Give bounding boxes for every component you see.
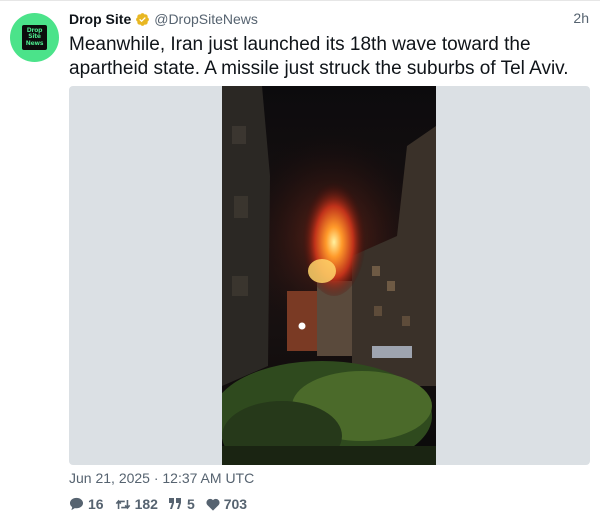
tweet: Drop Site News Drop Site @DropSiteNews 2… [0, 0, 600, 523]
logo-line-3: News [25, 39, 44, 47]
video-frame[interactable] [222, 86, 436, 465]
tweet-header: Drop Site @DropSiteNews 2h [69, 9, 591, 29]
verified-badge-icon [135, 12, 150, 27]
media-container[interactable] [69, 86, 590, 465]
like-button[interactable]: 703 [206, 496, 247, 512]
reply-button[interactable]: 16 [69, 496, 104, 512]
retweet-button[interactable]: 182 [115, 496, 158, 512]
quote-count: 5 [186, 496, 195, 512]
drop-site-logo: Drop Site News [22, 25, 47, 50]
tweet-text: Meanwhile, Iran just launched its 18th w… [69, 34, 569, 79]
avatar[interactable]: Drop Site News [10, 13, 59, 62]
retweet-icon [115, 499, 130, 509]
quote-button[interactable]: 5 [168, 496, 195, 512]
retweet-count: 182 [134, 496, 158, 512]
speech-bubble-icon [69, 497, 84, 511]
reply-count: 16 [88, 496, 104, 512]
account-name[interactable]: Drop Site [69, 11, 131, 27]
relative-time[interactable]: 2h [573, 10, 589, 26]
heart-icon [206, 498, 220, 511]
tweet-date[interactable]: Jun 21, 2025 · 12:37 AM UTC [69, 470, 254, 486]
tweet-actions: 16 182 5 703 [69, 494, 258, 514]
quote-icon [168, 498, 181, 509]
like-count: 703 [223, 496, 248, 512]
account-handle[interactable]: @DropSiteNews [154, 11, 258, 27]
